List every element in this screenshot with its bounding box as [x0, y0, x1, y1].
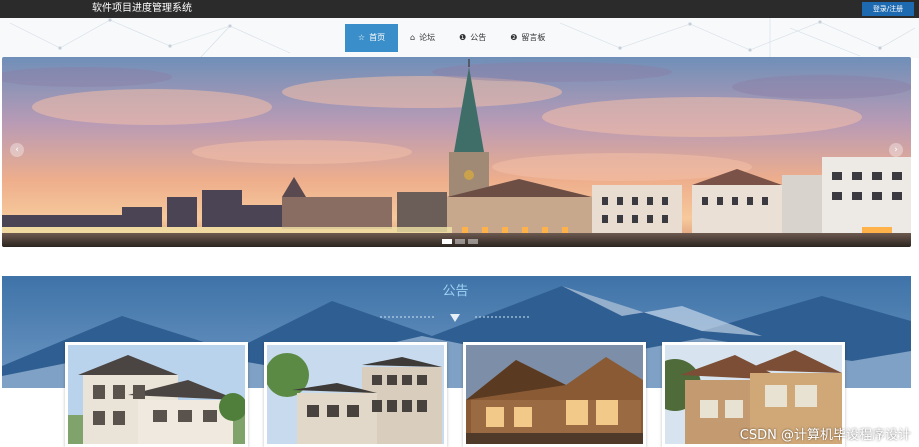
carousel-next-button[interactable]: ›	[889, 143, 903, 157]
carousel-indicators	[442, 239, 478, 244]
nav-bar: ☆ 首页 ⌂ 论坛 ❶ 公告 ❷ 留言板	[0, 18, 919, 58]
announcement-title: 公告	[442, 284, 469, 299]
nav-item-label: 论坛	[419, 33, 436, 42]
home-icon: ⌂	[410, 33, 416, 42]
card-image	[267, 345, 444, 444]
top-bar: 软件项目进度管理系统 登录/注册	[0, 0, 919, 18]
announcement-card[interactable]	[463, 342, 646, 447]
question-circle-icon: ❷	[510, 33, 518, 42]
nav-item-label: 公告	[470, 33, 487, 42]
banner-image	[2, 57, 911, 247]
star-icon: ☆	[357, 33, 366, 42]
carousel-dot[interactable]	[455, 239, 465, 244]
chevron-down-icon	[450, 314, 460, 322]
info-circle-icon: ❶	[459, 33, 467, 42]
nav-item-forum[interactable]: ⌂ 论坛	[398, 24, 447, 52]
watermark-text: CSDN @计算机毕设程序设计	[739, 428, 911, 443]
nav-item-message-board[interactable]: ❷ 留言板	[498, 24, 557, 52]
card-image	[466, 345, 643, 444]
announcement-card[interactable]	[65, 342, 248, 447]
nav-item-home[interactable]: ☆ 首页	[345, 24, 398, 52]
nav-item-label: 首页	[369, 33, 386, 42]
nav-item-announcements[interactable]: ❶ 公告	[447, 24, 498, 52]
carousel-dot[interactable]	[468, 239, 478, 244]
card-image	[68, 345, 245, 444]
banner-carousel[interactable]: ‹ ›	[2, 57, 911, 247]
announcement-cards	[65, 342, 850, 447]
site-title: 软件项目进度管理系统	[92, 3, 192, 14]
title-divider	[380, 314, 530, 322]
login-register-button[interactable]: 登录/注册	[862, 2, 914, 16]
carousel-dot[interactable]	[442, 239, 452, 244]
nav-item-label: 留言板	[521, 33, 546, 42]
carousel-prev-button[interactable]: ‹	[10, 143, 24, 157]
announcement-card[interactable]	[264, 342, 447, 447]
main-nav: ☆ 首页 ⌂ 论坛 ❶ 公告 ❷ 留言板	[345, 24, 557, 52]
